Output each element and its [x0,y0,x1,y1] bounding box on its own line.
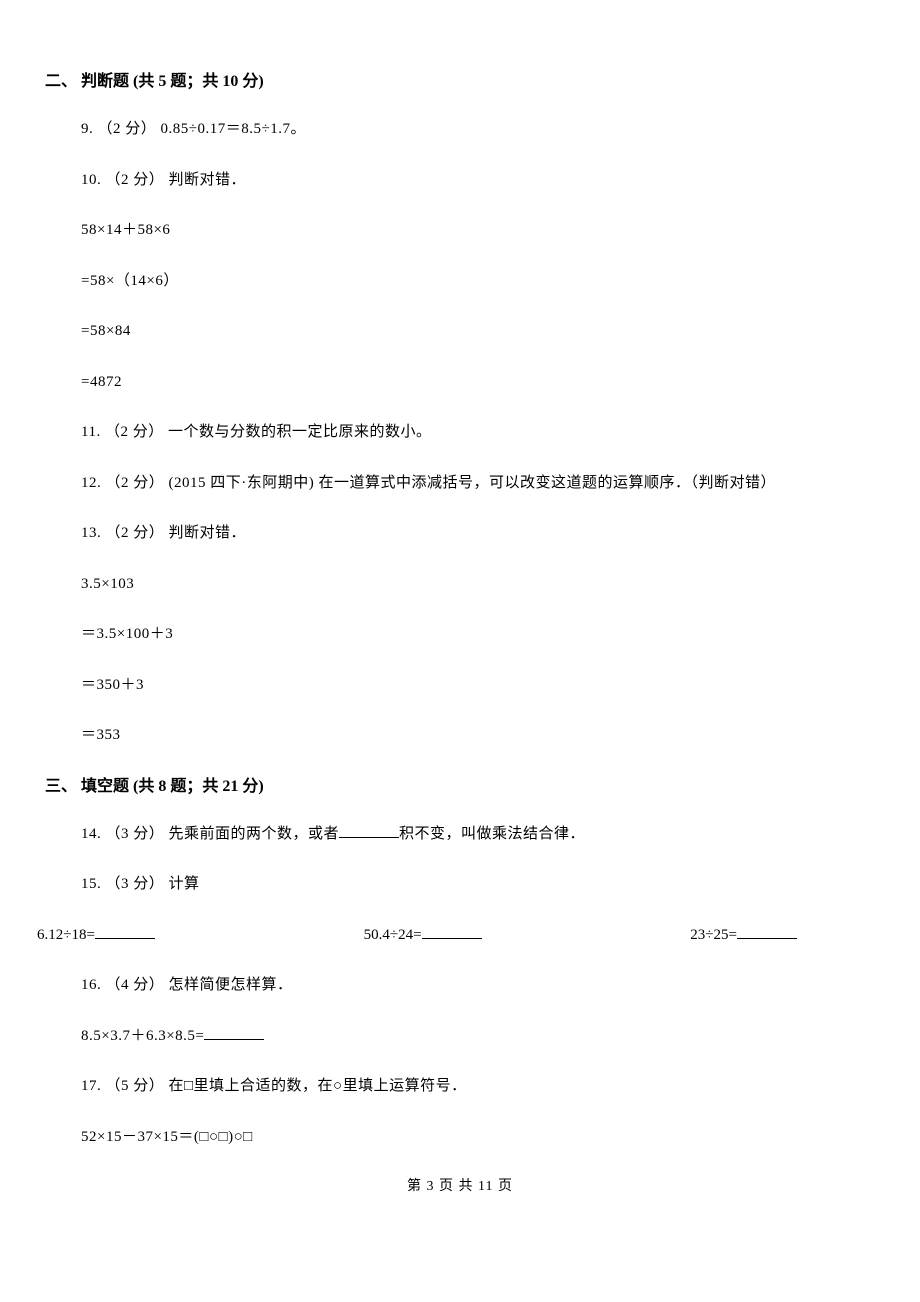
question-14-post: 积不变，叫做乘法结合律． [399,826,585,842]
page-footer: 第 3 页 共 11 页 [45,1176,875,1197]
q16-l1-pre: 8.5×3.7＋6.3×8.5= [81,1028,204,1044]
question-16-line-1: 8.5×3.7＋6.3×8.5= [81,1025,875,1048]
q15-c2-pre: 50.4÷24= [364,927,422,943]
blank-input[interactable] [422,924,482,939]
question-10-head: 10. （2 分） 判断对错． [81,169,875,192]
blank-input[interactable] [204,1025,264,1040]
section-2-heading: 二、 判断题 (共 5 题；共 10 分) [45,70,875,94]
question-14-pre: 14. （3 分） 先乘前面的两个数，或者 [81,826,339,842]
blank-input[interactable] [95,924,155,939]
question-15-col-3: 23÷25= [690,924,797,947]
question-13-line-3: ＝350＋3 [81,674,875,697]
question-14: 14. （3 分） 先乘前面的两个数，或者 积不变，叫做乘法结合律． [81,823,875,846]
question-13-line-1: 3.5×103 [81,573,875,596]
question-13-line-2: ＝3.5×100＋3 [81,623,875,646]
question-10-line-3: =58×84 [81,320,875,343]
blank-input[interactable] [737,924,797,939]
question-11: 11. （2 分） 一个数与分数的积一定比原来的数小。 [81,421,875,444]
q15-c3-pre: 23÷25= [690,927,737,943]
question-15-col-1: 6.12÷18= [37,924,155,947]
blank-input[interactable] [339,823,399,838]
q15-c1-pre: 6.12÷18= [37,927,95,943]
question-10-line-2: =58×（14×6） [81,270,875,293]
question-13-head: 13. （2 分） 判断对错． [81,522,875,545]
question-9: 9. （2 分） 0.85÷0.17＝8.5÷1.7。 [81,118,875,141]
question-15-col-2: 50.4÷24= [364,924,482,947]
section-3-heading: 三、 填空题 (共 8 题；共 21 分) [45,775,875,799]
question-12: 12. （2 分） (2015 四下·东阿期中) 在一道算式中添减括号，可以改变… [81,472,875,495]
question-15-head: 15. （3 分） 计算 [81,873,875,896]
question-13-line-4: ＝353 [81,724,875,747]
question-10-line-1: 58×14＋58×6 [81,219,875,242]
question-17-line-1: 52×15－37×15＝(□○□)○□ [81,1126,875,1149]
question-16-head: 16. （4 分） 怎样简便怎样算． [81,974,875,997]
question-10-line-4: =4872 [81,371,875,394]
question-15-row: 6.12÷18= 50.4÷24= 23÷25= [37,924,797,947]
question-17-head: 17. （5 分） 在□里填上合适的数，在○里填上运算符号． [81,1075,875,1098]
